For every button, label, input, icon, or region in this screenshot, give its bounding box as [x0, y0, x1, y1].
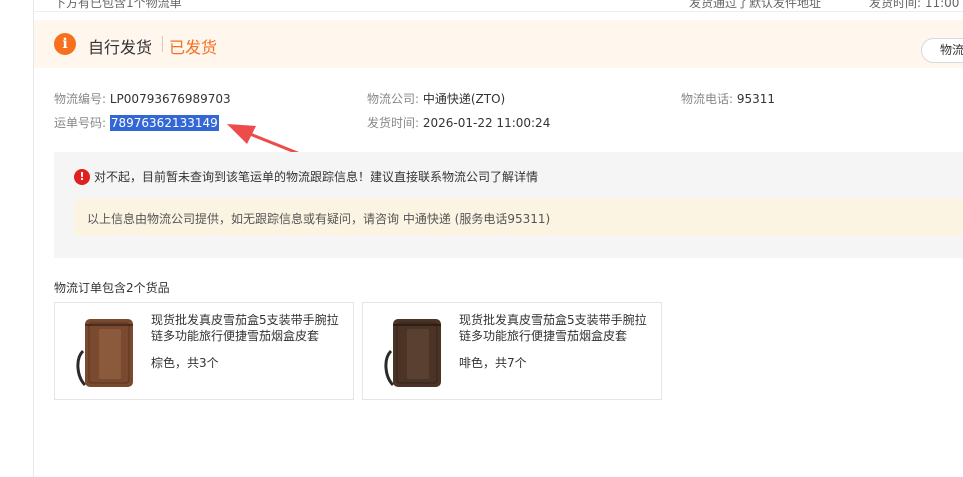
exclamation-icon: ! — [74, 169, 90, 185]
tracking-tip-text: 以上信息由物流公司提供，如无跟踪信息或有疑问，请咨询 中通快递 (服务电话953… — [87, 212, 551, 226]
goods-card[interactable]: 现货批发真皮雪茄盒5支装带手腕拉链多功能旅行便捷雪茄烟盒皮套 啡色，共7个 — [362, 302, 662, 400]
tracking-tip-box: 以上信息由物流公司提供，如无跟踪信息或有疑问，请咨询 中通快递 (服务电话953… — [74, 198, 963, 236]
product-image — [384, 319, 441, 387]
goods-spec: 棕色，共3个 — [151, 356, 219, 370]
tracking-error-text: 对不起，目前暂未查询到该笔运单的物流跟踪信息！建议直接联系物流公司了解详情 — [94, 170, 539, 184]
goods-section-title: 物流订单包含2个货品 — [54, 281, 170, 295]
goods-name[interactable]: 现货批发真皮雪茄盒5支装带手腕拉链多功能旅行便捷雪茄烟盒皮套 — [459, 312, 655, 344]
tracking-info-box: ! 对不起，目前暂未查询到该笔运单的物流跟踪信息！建议直接联系物流公司了解详情 … — [54, 152, 963, 258]
product-image — [76, 319, 133, 387]
goods-card[interactable]: 现货批发真皮雪茄盒5支装带手腕拉链多功能旅行便捷雪茄烟盒皮套 棕色，共3个 — [54, 302, 354, 400]
goods-name[interactable]: 现货批发真皮雪茄盒5支装带手腕拉链多功能旅行便捷雪茄烟盒皮套 — [151, 312, 347, 344]
goods-spec: 啡色，共7个 — [459, 356, 527, 370]
